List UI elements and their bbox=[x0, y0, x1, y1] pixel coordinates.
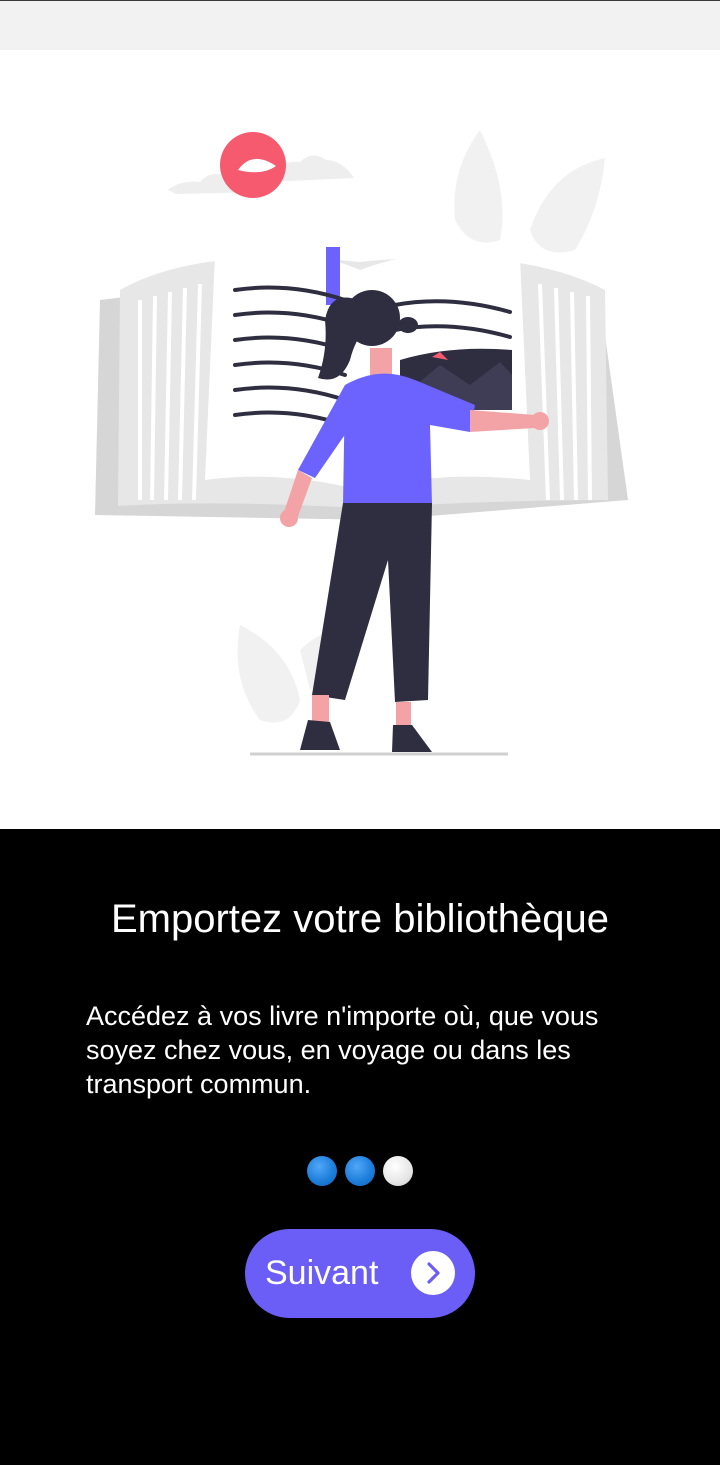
onboarding-illustration bbox=[95, 130, 628, 756]
onboarding-title: Emportez votre bibliothèque bbox=[110, 897, 610, 941]
next-button[interactable]: Suivant bbox=[245, 1229, 475, 1318]
page-indicator bbox=[307, 1156, 413, 1186]
next-button-label: Suivant bbox=[265, 1254, 379, 1292]
page-dot-3[interactable] bbox=[383, 1156, 413, 1186]
leaf-back-1 bbox=[454, 130, 503, 243]
page-dot-2[interactable] bbox=[345, 1156, 375, 1186]
onboarding-description: Accédez à vos livre n'importe où, que vo… bbox=[86, 1001, 599, 1099]
illustration-panel bbox=[0, 50, 720, 829]
status-bar bbox=[0, 0, 720, 50]
leaf-bottom bbox=[237, 625, 300, 723]
page-dot-1[interactable] bbox=[307, 1156, 337, 1186]
leaf-back-2 bbox=[530, 158, 605, 253]
onboarding-content: Emportez votre bibliothèque Accédez à vo… bbox=[0, 829, 720, 1465]
chevron-right-icon bbox=[411, 1251, 455, 1295]
